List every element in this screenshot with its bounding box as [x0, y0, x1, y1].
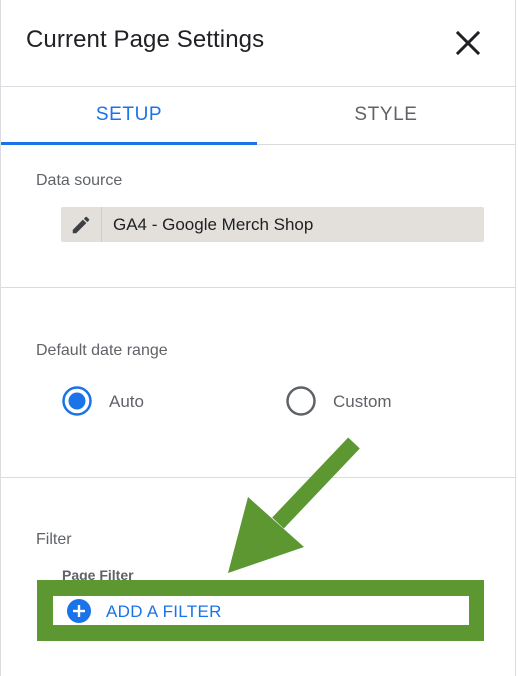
filter-label: Filter [36, 531, 72, 548]
section-divider [1, 287, 515, 288]
close-icon[interactable] [451, 26, 485, 60]
tab-style[interactable]: STYLE [257, 86, 515, 144]
date-range-label: Default date range [36, 342, 168, 359]
settings-tabs: SETUP STYLE [1, 86, 515, 145]
page-settings-panel: Current Page Settings SETUP STYLE Data s… [0, 0, 516, 676]
pencil-icon[interactable] [61, 207, 102, 242]
arrow-icon [216, 435, 366, 580]
add-filter-label: ADD A FILTER [106, 602, 222, 621]
radio-auto-label: Auto [109, 392, 144, 411]
panel-title: Current Page Settings [26, 26, 265, 53]
panel-header: Current Page Settings [1, 0, 515, 87]
radio-custom[interactable] [285, 385, 317, 417]
tab-style-label: STYLE [354, 104, 418, 125]
active-tab-indicator [1, 142, 257, 145]
data-source-selector[interactable]: GA4 - Google Merch Shop [61, 207, 484, 242]
data-source-name: GA4 - Google Merch Shop [113, 215, 314, 234]
radio-auto[interactable] [61, 385, 93, 417]
tab-setup[interactable]: SETUP [1, 86, 257, 145]
data-source-label: Data source [36, 172, 123, 189]
add-filter-button[interactable]: ADD A FILTER [53, 596, 469, 625]
tab-setup-label: SETUP [95, 104, 163, 125]
radio-custom-label: Custom [333, 392, 392, 411]
plus-circle-icon [67, 599, 91, 623]
